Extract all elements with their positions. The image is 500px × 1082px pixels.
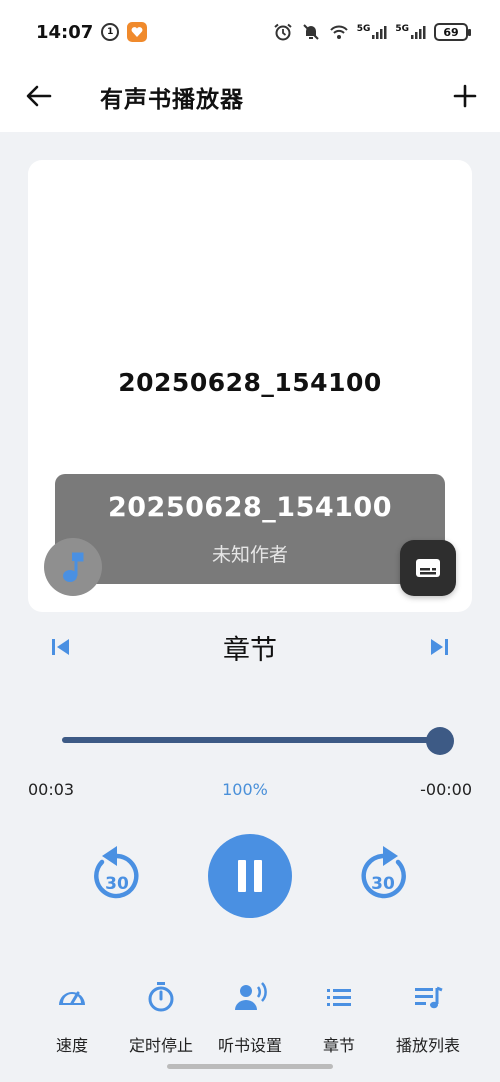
rewind-30-icon[interactable]: 30 [88, 844, 146, 908]
track-title: 20250628_154100 [107, 492, 392, 523]
music-note-button[interactable] [44, 538, 102, 596]
status-bar: 14:07 1 5G 5G 69 [0, 0, 500, 64]
rewind-seconds: 30 [105, 874, 129, 894]
time-row: 00:03 100% -00:00 [0, 780, 500, 804]
app-bar: 有声书播放器 [0, 64, 500, 132]
home-indicator[interactable] [167, 1064, 333, 1069]
playlist-button[interactable]: 播放列表 [378, 976, 478, 1062]
arrow-left-icon[interactable] [24, 81, 54, 111]
remaining-time: -00:00 [420, 780, 472, 799]
sleep-timer-label: 定时停止 [128, 1036, 193, 1055]
pause-icon [238, 860, 262, 892]
track-info-overlay: 20250628_154100 未知作者 [55, 474, 445, 584]
forward-30-icon[interactable]: 30 [354, 844, 412, 908]
music-note-icon [63, 552, 84, 582]
app-notification-icon [127, 22, 148, 42]
playlist-icon [415, 986, 443, 1009]
cellular-signal-1-icon: 5G [357, 24, 388, 40]
playback-speed[interactable]: 100% [0, 780, 490, 799]
status-right: 5G 5G 69 [273, 23, 471, 41]
skip-next-icon[interactable] [426, 634, 452, 660]
bottom-toolbar: 速度 定时停止 听书设置 章节 播放列表 [0, 976, 500, 1062]
mute-bell-icon [302, 24, 319, 40]
chapter-label[interactable]: 章节 [0, 628, 500, 667]
seek-bar-thumb[interactable] [426, 727, 454, 755]
playback-controls: 30 30 [0, 830, 500, 926]
track-author: 未知作者 [211, 544, 288, 566]
alarm-icon [274, 23, 292, 41]
pause-button[interactable] [208, 834, 292, 918]
subtitles-button[interactable] [400, 540, 456, 596]
chapters-label: 章节 [322, 1036, 355, 1055]
timer-icon [148, 982, 174, 1012]
cover-title: 20250628_154100 [118, 368, 382, 397]
chapters-button[interactable]: 章节 [289, 976, 389, 1062]
network-type-label: 5G [356, 24, 371, 34]
status-left: 14:07 1 [36, 21, 148, 43]
listening-settings-button[interactable]: 听书设置 [200, 976, 300, 1062]
sleep-timer-button[interactable]: 定时停止 [111, 976, 211, 1062]
seek-bar-fill [62, 737, 440, 743]
forward-seconds: 30 [371, 874, 395, 894]
status-time: 14:07 [36, 21, 94, 43]
speedometer-icon [59, 991, 85, 1005]
plus-icon[interactable] [450, 81, 480, 111]
seek-bar-track[interactable] [62, 737, 440, 743]
network-type-label: 5G [395, 24, 409, 34]
speed-button[interactable]: 速度 [22, 976, 122, 1062]
cellular-signal-2-icon: 5G [395, 24, 426, 40]
chapter-navigation: 章节 [0, 620, 500, 676]
speed-label: 速度 [55, 1036, 88, 1055]
page-title: 有声书播放器 [100, 87, 244, 113]
wifi-icon [329, 25, 348, 39]
list-icon [327, 989, 351, 1006]
listening-settings-label: 听书设置 [217, 1036, 282, 1055]
voice-settings-icon [235, 982, 267, 1010]
battery-icon: 69 [434, 23, 471, 41]
notification-badge-icon: 1 [101, 23, 120, 41]
subtitles-icon [416, 559, 440, 577]
playlist-label: 播放列表 [395, 1036, 460, 1055]
